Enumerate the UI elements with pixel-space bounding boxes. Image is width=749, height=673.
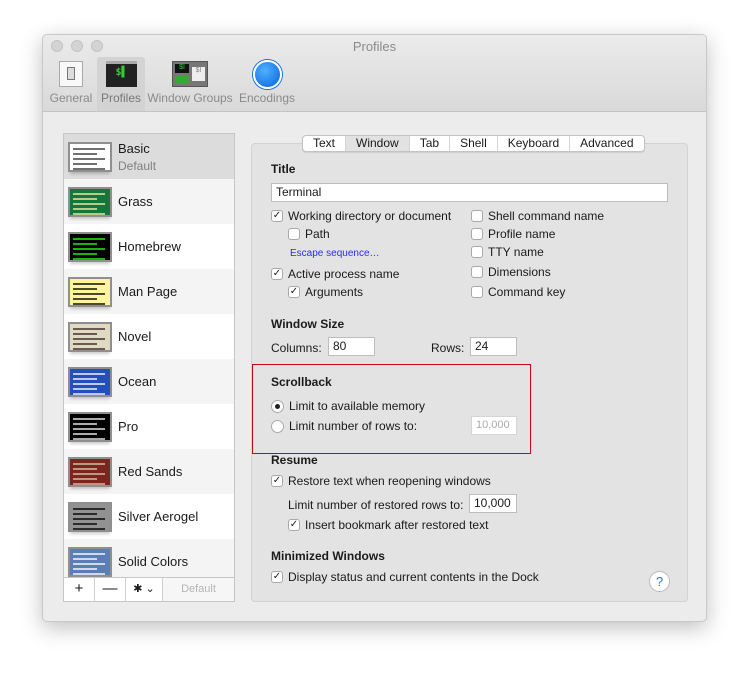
- restored-rows-label: Limit number of restored rows to:: [288, 498, 464, 512]
- window-groups-icon: $I $I: [172, 61, 208, 89]
- rows-label: Rows:: [431, 341, 465, 355]
- tab-text[interactable]: Text: [303, 136, 347, 151]
- profile-thumbnail: [68, 366, 112, 397]
- profile-thumbnail: [68, 546, 112, 577]
- tty-name-checkbox[interactable]: TTY name: [471, 245, 544, 259]
- globe-icon: [251, 60, 283, 89]
- minimized-heading: Minimized Windows: [271, 549, 385, 563]
- path-checkbox[interactable]: Path: [288, 227, 330, 241]
- resume-heading: Resume: [271, 453, 318, 467]
- toolbar-label: General: [49, 91, 93, 105]
- profile-thumbnail: [68, 231, 112, 262]
- terminal-icon: $▌: [105, 61, 137, 89]
- profile-name: Pro: [118, 419, 139, 434]
- dimensions-checkbox[interactable]: Dimensions: [471, 265, 551, 279]
- toolbar-label: Window Groups: [147, 91, 233, 105]
- profile-list-actions: + — ✱ ⌄ Default: [63, 578, 235, 602]
- toolbar-profiles[interactable]: $▌ Profiles: [97, 57, 145, 111]
- preferences-window: Profiles General $▌ Profiles $I $I Window…: [42, 34, 707, 622]
- profile-thumbnail: [68, 411, 112, 442]
- title-heading: Title: [271, 162, 296, 176]
- remove-profile-button[interactable]: —: [95, 578, 126, 601]
- scrollback-rows-input[interactable]: 10,000: [471, 416, 517, 435]
- profile-item[interactable]: Man Page: [64, 269, 234, 314]
- display-status-checkbox[interactable]: ✓ Display status and current contents in …: [271, 570, 539, 584]
- profile-list[interactable]: Basic Default Grass Homebrew Man Page Novel Oc…: [63, 133, 235, 578]
- profile-name: Man Page: [118, 284, 178, 299]
- restored-rows-input[interactable]: 10,000: [469, 494, 517, 513]
- active-process-checkbox[interactable]: ✓ Active process name: [271, 267, 399, 281]
- arguments-checkbox[interactable]: ✓ Arguments: [288, 285, 363, 299]
- columns-input[interactable]: 80: [328, 337, 375, 356]
- toolbar-label: Encodings: [238, 91, 296, 105]
- add-profile-button[interactable]: +: [64, 578, 95, 601]
- profile-thumbnail: [68, 276, 112, 307]
- profile-thumbnail: [68, 456, 112, 487]
- scrollback-heading: Scrollback: [271, 375, 332, 389]
- profile-name: Novel: [118, 329, 152, 344]
- profile-thumbnail: [68, 501, 112, 532]
- general-switch-icon: [55, 61, 87, 89]
- profile-item[interactable]: Red Sands: [64, 449, 234, 494]
- insert-bookmark-checkbox[interactable]: ✓ Insert bookmark after restored text: [288, 518, 488, 532]
- profile-thumbnail: [68, 186, 112, 217]
- columns-label: Columns:: [271, 341, 322, 355]
- profile-item[interactable]: Grass: [64, 179, 234, 224]
- tab-shell[interactable]: Shell: [450, 136, 498, 151]
- toolbar-label: Profiles: [100, 91, 141, 105]
- profile-item[interactable]: Basic Default: [64, 134, 234, 179]
- profile-item[interactable]: Silver Aerogel: [64, 494, 234, 539]
- toolbar: Profiles General $▌ Profiles $I $I Window…: [43, 35, 706, 112]
- profile-thumbnail: [68, 141, 112, 172]
- profile-name: Red Sands: [118, 464, 183, 479]
- tab-advanced[interactable]: Advanced: [570, 136, 643, 151]
- help-button[interactable]: ?: [649, 571, 670, 592]
- profile-item[interactable]: Ocean: [64, 359, 234, 404]
- profile-thumbnail: [68, 321, 112, 352]
- profile-name-checkbox[interactable]: Profile name: [471, 227, 555, 241]
- tab-tab[interactable]: Tab: [410, 136, 451, 151]
- working-directory-checkbox[interactable]: ✓ Working directory or document: [271, 209, 451, 223]
- title-input[interactable]: Terminal: [271, 183, 668, 202]
- toolbar-encodings[interactable]: Encodings: [236, 57, 298, 111]
- toolbar-window-groups[interactable]: $I $I Window Groups: [147, 57, 233, 111]
- profile-name: Grass: [118, 194, 153, 209]
- profile-name: Homebrew: [118, 239, 181, 254]
- profile-name: Solid Colors: [118, 554, 189, 569]
- gear-menu-button[interactable]: ✱ ⌄: [126, 578, 163, 601]
- tab-window[interactable]: Window: [346, 136, 410, 151]
- profile-item[interactable]: Pro: [64, 404, 234, 449]
- profile-subtitle: Default: [118, 158, 157, 173]
- restore-text-checkbox[interactable]: ✓ Restore text when reopening windows: [271, 474, 491, 488]
- profile-item[interactable]: Homebrew: [64, 224, 234, 269]
- rows-input[interactable]: 24: [470, 337, 517, 356]
- window-title: Profiles: [352, 39, 397, 54]
- limit-rows-radio[interactable]: Limit number of rows to:: [271, 419, 417, 433]
- set-default-button[interactable]: Default: [163, 578, 234, 601]
- profile-item[interactable]: Solid Colors: [64, 539, 234, 577]
- escape-sequence-link[interactable]: Escape sequence…: [290, 248, 380, 259]
- profile-name: Basic: [118, 140, 150, 156]
- shell-command-name-checkbox[interactable]: Shell command name: [471, 209, 604, 223]
- settings-tabs: Text Window Tab Shell Keyboard Advanced: [302, 135, 645, 152]
- tab-keyboard[interactable]: Keyboard: [498, 136, 571, 151]
- toolbar-general[interactable]: General: [49, 57, 93, 111]
- limit-memory-radio[interactable]: Limit to available memory: [271, 399, 425, 413]
- profile-name: Silver Aerogel: [118, 509, 199, 524]
- profile-name: Ocean: [118, 374, 157, 389]
- window-size-heading: Window Size: [271, 317, 345, 331]
- command-key-checkbox[interactable]: Command key: [471, 285, 565, 299]
- profile-item[interactable]: Novel: [64, 314, 234, 359]
